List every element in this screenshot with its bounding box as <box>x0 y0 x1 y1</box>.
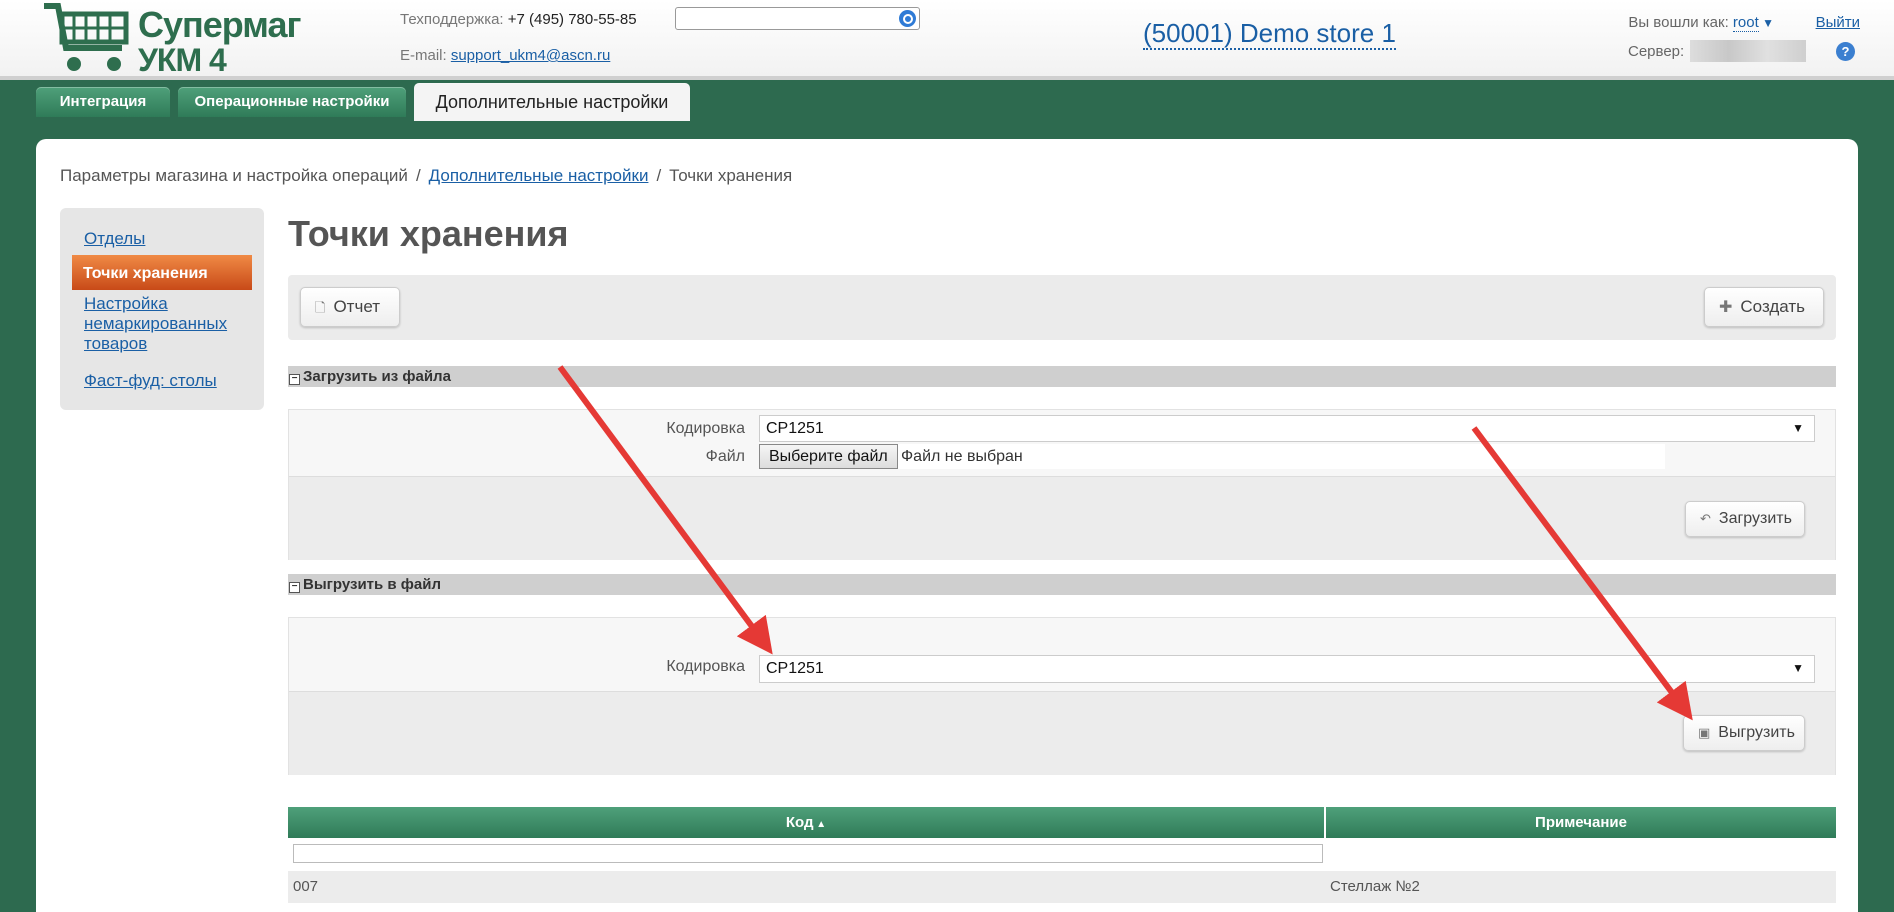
import-actions: ↶ Загрузить <box>289 476 1835 560</box>
sidebar-item-unmarked-goods[interactable]: Настройка немаркированных товаров <box>84 294 244 354</box>
no-file-text: Файл не выбран <box>901 448 1023 465</box>
app-header: Супермаг УКМ 4 Техподдержка: +7 (495) 78… <box>0 0 1894 80</box>
choose-file-button[interactable]: Выберите файл <box>759 444 898 469</box>
report-button[interactable]: 🗋 Отчет <box>300 287 400 327</box>
create-button-label: Создать <box>1740 297 1806 316</box>
toolbar: 🗋 Отчет ✚ Создать <box>288 275 1836 340</box>
plus-icon: ✚ <box>1719 299 1733 316</box>
cell-note: Стеллаж №2 <box>1330 878 1420 895</box>
support-phone: Техподдержка: +7 (495) 780-55-85 <box>400 11 637 28</box>
user-info: Вы вошли как: root ▼ <box>1628 14 1774 32</box>
brand-product: УКМ 4 <box>138 42 227 78</box>
table-row[interactable]: 007 Стеллаж №2 <box>288 871 1836 903</box>
brand-name: Супермаг <box>138 4 301 45</box>
cell-code: 007 <box>293 878 319 895</box>
collapse-icon[interactable]: − <box>289 374 300 385</box>
email-label: E-mail: <box>400 47 447 64</box>
column-header-note[interactable]: Примечание <box>1326 807 1836 838</box>
code-filter-input[interactable] <box>293 844 1323 863</box>
page-title: Точки хранения <box>288 213 569 254</box>
import-encoding-select[interactable]: CP1251 ▼ <box>759 415 1815 442</box>
sidebar: Отделы Точки хранения Настройка немаркир… <box>60 208 264 410</box>
chevron-down-icon[interactable]: ▼ <box>1759 16 1774 30</box>
breadcrumb-root: Параметры магазина и настройка операций <box>60 166 408 185</box>
sidebar-item-fastfood-tables[interactable]: Фаст-фуд: столы <box>84 371 217 391</box>
import-encoding-label: Кодировка <box>666 420 745 437</box>
breadcrumb-separator: / <box>415 166 421 185</box>
export-encoding-select[interactable]: CP1251 ▼ <box>759 655 1815 683</box>
export-button[interactable]: ▣ Выгрузить <box>1683 715 1805 751</box>
import-encoding-value: CP1251 <box>766 420 824 437</box>
sidebar-item-departments[interactable]: Отделы <box>84 229 145 249</box>
support-label: Техподдержка: <box>400 11 504 28</box>
dropdown-arrow-icon: ▼ <box>1792 421 1804 435</box>
support-phone-value: +7 (495) 780-55-85 <box>507 11 637 28</box>
search-input[interactable] <box>675 7 920 30</box>
collapse-icon[interactable]: − <box>289 582 300 593</box>
breadcrumb-additional-settings[interactable]: Дополнительные настройки <box>429 166 649 185</box>
upload-button[interactable]: ↶ Загрузить <box>1685 501 1805 537</box>
column-header-code-label: Код <box>785 814 814 831</box>
upload-button-label: Загрузить <box>1718 510 1792 527</box>
undo-icon: ↶ <box>1700 511 1711 526</box>
create-button[interactable]: ✚ Создать <box>1704 287 1824 327</box>
tab-additional-settings[interactable]: Дополнительные настройки <box>414 83 690 121</box>
breadcrumb: Параметры магазина и настройка операций /… <box>60 166 792 186</box>
export-section-header[interactable]: − Выгрузить в файл <box>288 574 1836 595</box>
email-link[interactable]: support_ukm4@ascn.ru <box>451 47 610 64</box>
support-email: E-mail: support_ukm4@ascn.ru <box>400 47 610 64</box>
export-button-label: Выгрузить <box>1718 724 1795 741</box>
import-section-title: Загрузить из файла <box>303 368 451 385</box>
store-selector[interactable]: (50001) Demo store 1 <box>1143 18 1396 50</box>
document-icon: 🗋 <box>315 300 326 315</box>
export-section-title: Выгрузить в файл <box>303 576 442 593</box>
breadcrumb-current: Точки хранения <box>669 166 793 185</box>
search-icon[interactable] <box>899 10 916 27</box>
sort-asc-icon[interactable]: ▲ <box>813 819 826 830</box>
tab-integration[interactable]: Интеграция <box>36 87 170 117</box>
filter-row <box>288 838 1836 869</box>
breadcrumb-separator: / <box>656 166 662 185</box>
logout-link[interactable]: Выйти <box>1816 14 1860 31</box>
shopping-cart-icon <box>44 2 129 71</box>
logo[interactable]: Супермаг УКМ 4 <box>40 0 301 78</box>
export-encoding-value: CP1251 <box>766 660 824 677</box>
column-header-code[interactable]: Код ▲ <box>288 807 1324 838</box>
export-actions: ▣ Выгрузить <box>289 691 1835 775</box>
help-icon[interactable]: ? <box>1836 42 1855 61</box>
report-button-label: Отчет <box>333 297 380 316</box>
user-menu[interactable]: root <box>1732 14 1759 32</box>
table-header: Код ▲ Примечание <box>288 807 1836 838</box>
import-section-header[interactable]: − Загрузить из файла <box>288 366 1836 387</box>
logged-in-label: Вы вошли как: <box>1628 14 1729 31</box>
tab-operational-settings[interactable]: Операционные настройки <box>178 87 406 117</box>
import-panel: Кодировка CP1251 ▼ Файл Выберите файл Фа… <box>288 409 1836 560</box>
export-panel: Кодировка CP1251 ▼ ▣ Выгрузить <box>288 617 1836 775</box>
sidebar-item-storage-points[interactable]: Точки хранения <box>72 255 252 290</box>
dropdown-arrow-icon: ▼ <box>1792 661 1804 675</box>
export-encoding-label: Кодировка <box>666 658 745 675</box>
import-file-label: Файл <box>705 448 745 465</box>
server-value-redacted <box>1690 40 1806 62</box>
save-icon: ▣ <box>1698 725 1711 740</box>
server-label: Сервер: <box>1628 43 1685 60</box>
